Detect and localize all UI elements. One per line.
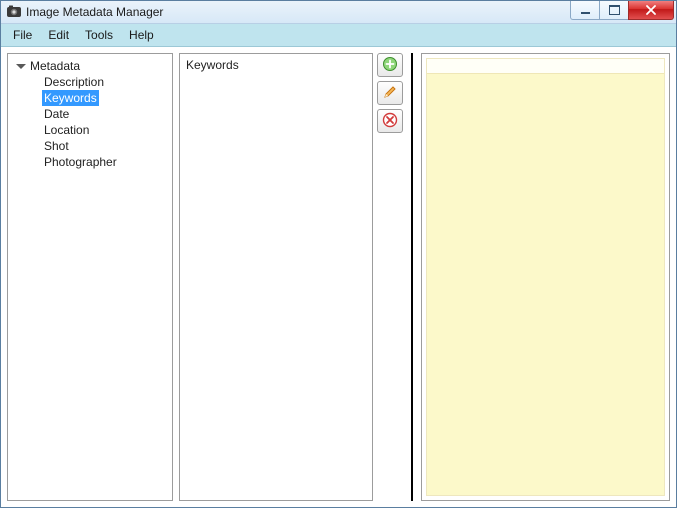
client-area: Metadata Description Keywords Date Location… [1,47,676,507]
tree-item-date[interactable]: Date [42,106,71,122]
tree-item-label: Description [44,75,104,89]
tree-item-keywords[interactable]: Keywords [42,90,99,106]
maximize-button[interactable] [599,1,629,20]
menu-file[interactable]: File [5,26,40,44]
tree-item-label: Date [44,107,69,121]
tree-root-label: Metadata [30,59,80,73]
edit-button[interactable] [377,81,403,105]
menu-help[interactable]: Help [121,26,162,44]
preview-header [426,58,665,74]
tree-item-label: Location [44,123,89,137]
tree-item-label: Photographer [44,155,117,169]
close-icon [645,5,657,15]
preview-body [426,74,665,496]
keyword-buttons [377,53,403,501]
maximize-icon [609,5,620,15]
app-icon [6,4,22,20]
delete-button[interactable] [377,109,403,133]
minimize-button[interactable] [570,1,600,20]
app-window: Image Metadata Manager File Edit Tools H… [0,0,677,508]
vertical-separator[interactable] [411,53,413,501]
tree-item-label: Keywords [44,91,97,105]
metadata-tree: Metadata Description Keywords Date Location… [10,58,170,170]
edit-icon [382,84,398,103]
keywords-panel: Keywords [179,53,373,501]
metadata-tree-panel: Metadata Description Keywords Date Location… [7,53,173,501]
menu-bar: File Edit Tools Help [1,24,676,47]
tree-children: Description Keywords Date Location Shot Photo… [16,74,170,170]
delete-icon [382,112,398,131]
menu-edit[interactable]: Edit [40,26,77,44]
tree-item-description[interactable]: Description [42,74,106,90]
close-button[interactable] [628,1,674,20]
tree-root-node[interactable]: Metadata [16,58,170,74]
add-icon [382,56,398,75]
tree-item-photographer[interactable]: Photographer [42,154,119,170]
window-controls [571,1,674,23]
preview-panel [421,53,670,501]
title-bar: Image Metadata Manager [1,1,676,24]
chevron-down-icon [16,64,26,69]
tree-item-label: Shot [44,139,69,153]
middle-area: Keywords [179,53,403,501]
add-button[interactable] [377,53,403,77]
keywords-heading: Keywords [186,58,366,72]
menu-tools[interactable]: Tools [77,26,121,44]
minimize-icon [581,12,590,14]
tree-item-shot[interactable]: Shot [42,138,71,154]
tree-item-location[interactable]: Location [42,122,91,138]
window-title: Image Metadata Manager [26,5,571,19]
